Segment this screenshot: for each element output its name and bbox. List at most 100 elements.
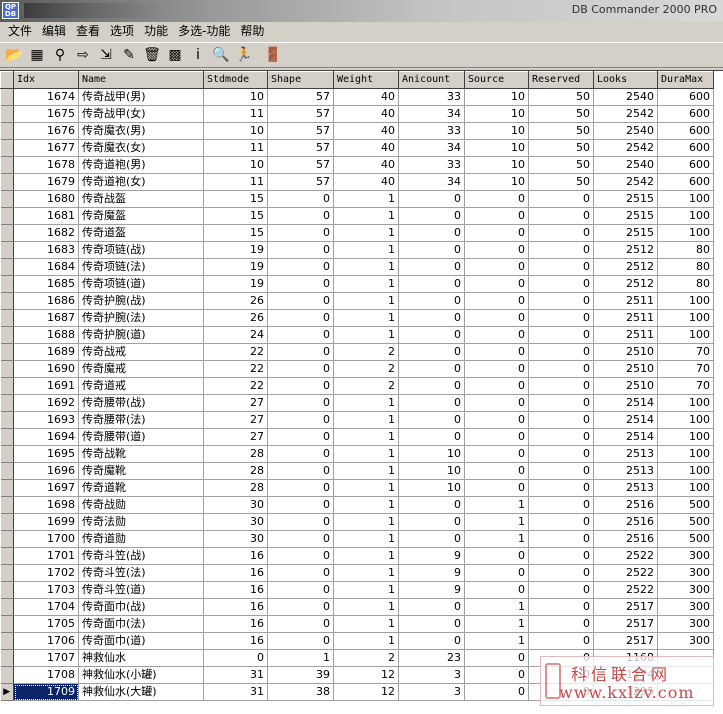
- cell-idx[interactable]: 1701: [13, 547, 79, 565]
- cell-weight[interactable]: 1: [333, 615, 399, 633]
- cell-reserved[interactable]: 0: [528, 496, 594, 514]
- cell-shape[interactable]: 57: [267, 88, 334, 106]
- cell-duramax[interactable]: 100: [657, 309, 714, 327]
- cell-anicount[interactable]: 3: [398, 683, 465, 701]
- cell-source[interactable]: 0: [464, 428, 529, 446]
- row-indicator[interactable]: [0, 275, 14, 293]
- cell-stdmode[interactable]: 28: [203, 462, 268, 480]
- cell-idx[interactable]: 1688: [13, 326, 79, 344]
- cell-anicount[interactable]: 10: [398, 462, 465, 480]
- cell-duramax[interactable]: 100: [657, 428, 714, 446]
- cell-anicount[interactable]: 0: [398, 360, 465, 378]
- cell-shape[interactable]: 0: [267, 581, 334, 599]
- cell-stdmode[interactable]: 24: [203, 326, 268, 344]
- cell-reserved[interactable]: 0: [528, 564, 594, 582]
- cell-looks[interactable]: 2511: [593, 309, 658, 327]
- cell-weight[interactable]: 40: [333, 88, 399, 106]
- cell-source[interactable]: 10: [464, 88, 529, 106]
- cell-idx[interactable]: 1677: [13, 139, 79, 157]
- cell-name[interactable]: 传奇道袍(女): [78, 173, 204, 191]
- cell-idx[interactable]: 1685: [13, 275, 79, 293]
- cell-looks[interactable]: 2513: [593, 479, 658, 497]
- cell-source[interactable]: 0: [464, 190, 529, 208]
- cell-anicount[interactable]: 34: [398, 105, 465, 123]
- cell-name[interactable]: 传奇魔衣(男): [78, 122, 204, 140]
- cell-shape[interactable]: 0: [267, 598, 334, 616]
- cell-idx[interactable]: 1703: [13, 581, 79, 599]
- cell-weight[interactable]: 1: [333, 496, 399, 514]
- cell-anicount[interactable]: 9: [398, 547, 465, 565]
- cell-looks[interactable]: 2542: [593, 105, 658, 123]
- table-grid-icon[interactable]: ▦: [27, 45, 47, 65]
- cell-stdmode[interactable]: 22: [203, 343, 268, 361]
- cell-idx[interactable]: 1699: [13, 513, 79, 531]
- cell-looks[interactable]: 2510: [593, 377, 658, 395]
- row-indicator[interactable]: [0, 224, 14, 242]
- cell-idx[interactable]: 1683: [13, 241, 79, 259]
- cell-stdmode[interactable]: 30: [203, 513, 268, 531]
- cell-reserved[interactable]: 0: [528, 224, 594, 242]
- cell-reserved[interactable]: 50: [528, 105, 594, 123]
- cell-stdmode[interactable]: 31: [203, 683, 268, 701]
- cell-stdmode[interactable]: 15: [203, 224, 268, 242]
- cell-name[interactable]: 传奇项链(法): [78, 258, 204, 276]
- cell-source[interactable]: 0: [464, 479, 529, 497]
- cell-anicount[interactable]: 33: [398, 88, 465, 106]
- cell-looks[interactable]: 2540: [593, 156, 658, 174]
- cell-looks[interactable]: 2510: [593, 343, 658, 361]
- cell-source[interactable]: 0: [464, 207, 529, 225]
- cell-idx[interactable]: 1691: [13, 377, 79, 395]
- cell-idx[interactable]: 1698: [13, 496, 79, 514]
- row-indicator[interactable]: [0, 649, 14, 667]
- cell-duramax[interactable]: 80: [657, 241, 714, 259]
- cell-name[interactable]: 传奇战盔: [78, 190, 204, 208]
- cell-idx[interactable]: 1674: [13, 88, 79, 106]
- edit-pencil-icon[interactable]: ✎: [119, 45, 139, 65]
- cell-stdmode[interactable]: 11: [203, 173, 268, 191]
- cell-weight[interactable]: 1: [333, 292, 399, 310]
- cell-anicount[interactable]: 0: [398, 309, 465, 327]
- cell-source[interactable]: 0: [464, 241, 529, 259]
- cell-reserved[interactable]: 0: [528, 445, 594, 463]
- table-row[interactable]: 1675 传奇战甲(女) 11 57 40 34 10 50 2542 600: [0, 105, 714, 123]
- table-row[interactable]: 1676 传奇魔衣(男) 10 57 40 33 10 50 2540 600: [0, 122, 714, 140]
- table-row[interactable]: 1692 传奇腰带(战) 27 0 1 0 0 0 2514 100: [0, 394, 714, 412]
- column-header-weight[interactable]: Weight: [333, 71, 399, 89]
- export-icon[interactable]: ⇲: [96, 45, 116, 65]
- row-indicator[interactable]: [0, 360, 14, 378]
- row-indicator[interactable]: [0, 122, 14, 140]
- cell-shape[interactable]: 0: [267, 547, 334, 565]
- cell-stdmode[interactable]: 15: [203, 190, 268, 208]
- cell-reserved[interactable]: 0: [528, 547, 594, 565]
- cell-weight[interactable]: 1: [333, 309, 399, 327]
- cell-looks[interactable]: 2515: [593, 190, 658, 208]
- cell-reserved[interactable]: 0: [528, 292, 594, 310]
- cell-weight[interactable]: 1: [333, 224, 399, 242]
- cell-stdmode[interactable]: 16: [203, 564, 268, 582]
- cell-name[interactable]: 传奇魔戒: [78, 360, 204, 378]
- cell-shape[interactable]: 0: [267, 309, 334, 327]
- row-indicator[interactable]: [0, 292, 14, 310]
- cell-anicount[interactable]: 0: [398, 258, 465, 276]
- cell-stdmode[interactable]: 28: [203, 479, 268, 497]
- cell-anicount[interactable]: 9: [398, 581, 465, 599]
- row-indicator[interactable]: [0, 139, 14, 157]
- cell-reserved[interactable]: 50: [528, 156, 594, 174]
- cell-shape[interactable]: 0: [267, 411, 334, 429]
- cell-duramax[interactable]: 100: [657, 462, 714, 480]
- cell-shape[interactable]: 57: [267, 122, 334, 140]
- table-row[interactable]: 1679 传奇道袍(女) 11 57 40 34 10 50 2542 600: [0, 173, 714, 191]
- cell-stdmode[interactable]: 22: [203, 360, 268, 378]
- menu-item-1[interactable]: 编辑: [37, 23, 71, 40]
- cell-stdmode[interactable]: 16: [203, 581, 268, 599]
- cell-source[interactable]: 0: [464, 649, 529, 667]
- cell-reserved[interactable]: 0: [528, 428, 594, 446]
- cell-shape[interactable]: 0: [267, 394, 334, 412]
- row-indicator[interactable]: [0, 462, 14, 480]
- cell-weight[interactable]: 2: [333, 360, 399, 378]
- cell-reserved[interactable]: 0: [528, 190, 594, 208]
- cell-looks[interactable]: 2515: [593, 207, 658, 225]
- cell-looks[interactable]: 2522: [593, 581, 658, 599]
- cell-looks[interactable]: 2516: [593, 496, 658, 514]
- row-indicator[interactable]: ▶: [0, 683, 14, 701]
